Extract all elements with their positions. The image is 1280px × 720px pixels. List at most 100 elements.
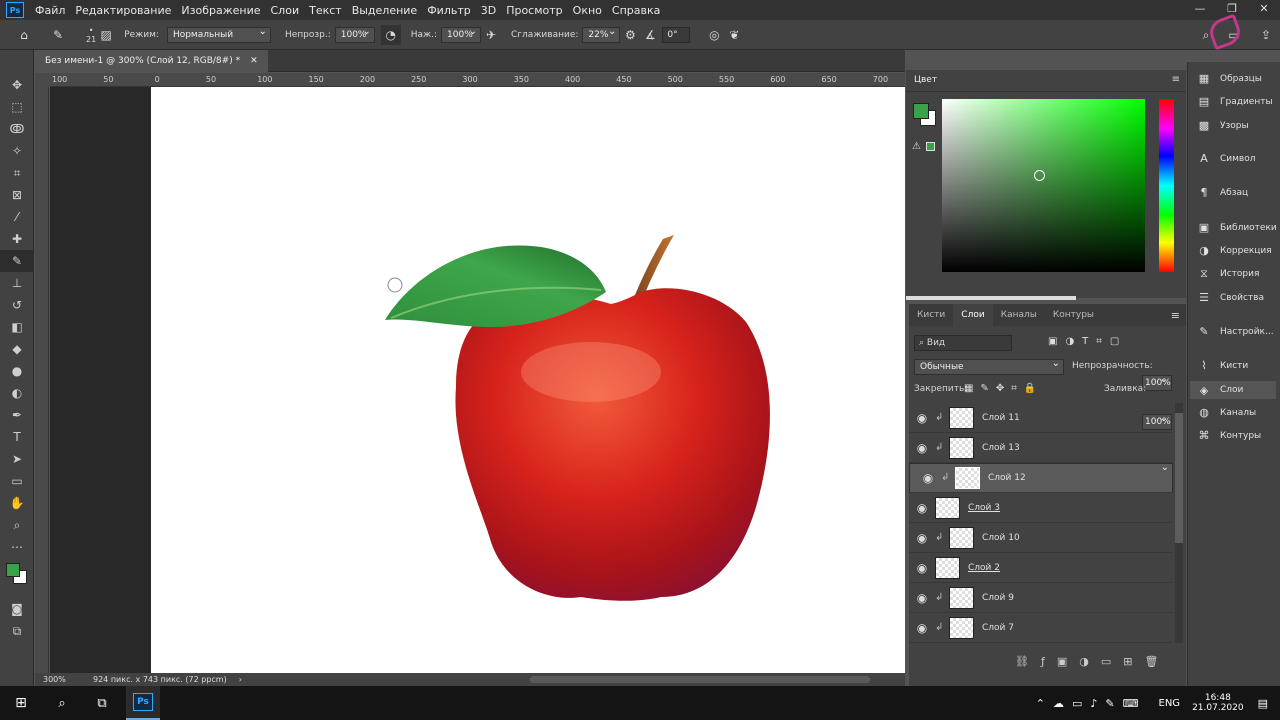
lock-icons[interactable]: ▦✎✥⌗🔒	[964, 383, 1043, 394]
layer-row[interactable]: ◉ ↲ Слой 7	[909, 613, 1173, 643]
panel-properties[interactable]: ☰ Свойства	[1196, 291, 1264, 304]
gamut-warning-icon[interactable]: ⚠	[912, 141, 921, 152]
color-picker-handle[interactable]	[1034, 170, 1045, 181]
panel-history[interactable]: ⧖ История	[1196, 267, 1259, 281]
eye-icon[interactable]: ◉	[909, 441, 935, 455]
hue-slider[interactable]	[1159, 99, 1174, 272]
brush-size[interactable]: • 21	[86, 26, 96, 44]
menu-3d[interactable]: 3D	[476, 4, 501, 17]
layer-filter-select[interactable]: ⌕ Вид	[914, 335, 1012, 351]
share-icon[interactable]: ⇪	[1256, 25, 1276, 45]
panel-patterns[interactable]: ▩ Узоры	[1196, 119, 1249, 132]
menu-view[interactable]: Просмотр	[501, 4, 567, 17]
eye-icon[interactable]: ◉	[915, 471, 941, 485]
blend-mode-select[interactable]: Обычные	[914, 357, 1064, 375]
layers-scrollbar[interactable]	[1175, 403, 1183, 643]
more-tools-icon[interactable]: ⋯	[0, 536, 34, 558]
eye-icon[interactable]: ◉	[909, 411, 935, 425]
zoom-tool[interactable]: ⌕	[0, 514, 34, 536]
panel-menu-icon[interactable]: ≡	[1172, 74, 1180, 85]
notifications-icon[interactable]: ▤	[1258, 697, 1268, 710]
eraser-tool[interactable]: ◧	[0, 316, 34, 338]
minimize-icon[interactable]: —	[1184, 0, 1216, 20]
brush-panel-icon[interactable]: ▨	[96, 25, 116, 45]
eye-icon[interactable]: ◉	[909, 621, 935, 635]
smoothing-input[interactable]: 22%	[582, 25, 621, 43]
eyedropper-tool[interactable]: ⁄	[0, 206, 34, 228]
move-tool[interactable]: ✥	[0, 74, 34, 96]
mode-select[interactable]: Нормальный	[166, 25, 271, 43]
panel-divider[interactable]	[906, 296, 1076, 300]
close-icon[interactable]: ✕	[1248, 0, 1280, 20]
menu-edit[interactable]: Редактирование	[70, 4, 176, 17]
windows-start-icon[interactable]: ⊞	[0, 695, 42, 711]
eye-icon[interactable]: ◉	[909, 591, 935, 605]
menu-select[interactable]: Выделение	[347, 4, 423, 17]
healing-tool[interactable]: ✚	[0, 228, 34, 250]
brush-tool[interactable]: ✎	[0, 250, 34, 272]
screen-mode-icon[interactable]: ⧉	[0, 620, 34, 642]
eye-icon[interactable]: ◉	[909, 501, 935, 515]
panel-paths[interactable]: ⌘ Контуры	[1196, 429, 1262, 442]
path-select-tool[interactable]: ➤	[0, 448, 34, 470]
panel-adjustments[interactable]: ◑ Коррекция	[1196, 244, 1272, 257]
shape-tool[interactable]: ▭	[0, 470, 34, 492]
menu-window[interactable]: Окно	[568, 4, 607, 17]
panel-libraries[interactable]: ▣ Библиотеки	[1196, 221, 1277, 234]
clock[interactable]: 16:48 21.07.2020	[1192, 693, 1244, 713]
crop-tool[interactable]: ⌗	[0, 162, 34, 184]
angle-icon[interactable]: ∡	[640, 25, 660, 45]
angle-input[interactable]: 0°	[662, 26, 691, 43]
panel-brushes[interactable]: ⌇ Кисти	[1196, 359, 1248, 372]
panel-layers[interactable]: ◈ Слои	[1190, 381, 1276, 399]
status-arrow-icon[interactable]: ›	[239, 675, 242, 684]
opacity-input[interactable]: 100%	[334, 25, 375, 43]
quick-mask-icon[interactable]: ◙	[0, 598, 34, 620]
type-tool[interactable]: T	[0, 426, 34, 448]
panel-swatches[interactable]: ▦ Образцы	[1196, 72, 1262, 85]
menu-type[interactable]: Текст	[304, 4, 347, 17]
workspace[interactable]	[50, 87, 905, 673]
pressure-size-icon[interactable]: ◎	[704, 25, 724, 45]
layer-row[interactable]: ◉ Слой 2	[909, 553, 1173, 583]
tab-paths[interactable]: Контуры	[1045, 304, 1102, 326]
frame-tool[interactable]: ⊠	[0, 184, 34, 206]
horizontal-scrollbar[interactable]	[530, 676, 870, 683]
home-icon[interactable]: ⌂	[14, 25, 34, 45]
pen-tool[interactable]: ✒	[0, 404, 34, 426]
tray-icons[interactable]: ⌃☁▭♪✎⌨	[1036, 697, 1147, 710]
web-safe-swatch[interactable]	[926, 142, 935, 151]
menu-filter[interactable]: Фильтр	[422, 4, 476, 17]
close-tab-icon[interactable]: ✕	[250, 56, 258, 66]
color-fg-swatch[interactable]	[913, 103, 929, 119]
layer-row[interactable]: ◉ Слой 3	[909, 493, 1173, 523]
search-icon[interactable]: ⌕	[42, 696, 82, 711]
layer-opacity-input[interactable]: 100%	[1142, 373, 1172, 391]
tab-brushes[interactable]: Кисти	[909, 304, 953, 326]
zoom-level[interactable]: 300%	[43, 675, 83, 684]
layer-filter-icons[interactable]: ▣◑T⌗▢	[1048, 336, 1127, 347]
panel-gradients[interactable]: ▤ Градиенты	[1196, 95, 1273, 108]
tab-channels[interactable]: Каналы	[993, 304, 1045, 326]
foreground-color-swatch[interactable]	[6, 563, 20, 577]
gear-icon[interactable]: ⚙	[620, 25, 640, 45]
blur-tool[interactable]: ●	[0, 360, 34, 382]
eye-icon[interactable]: ◉	[909, 561, 935, 575]
color-field[interactable]	[942, 99, 1145, 272]
pressure-input[interactable]: 100%	[441, 25, 482, 43]
panel-channels[interactable]: ◍ Каналы	[1196, 406, 1256, 419]
eye-icon[interactable]: ◉	[909, 531, 935, 545]
menu-image[interactable]: Изображение	[176, 4, 265, 17]
history-brush-tool[interactable]: ↺	[0, 294, 34, 316]
task-view-icon[interactable]: ⧉	[82, 696, 122, 711]
magic-wand-tool[interactable]: ✧	[0, 140, 34, 162]
menu-help[interactable]: Справка	[607, 4, 665, 17]
brush-preset-icon[interactable]: ✎	[48, 25, 68, 45]
layer-row[interactable]: ◉ ↲ Слой 11	[909, 403, 1173, 433]
layer-row[interactable]: ◉ ↲ Слой 10	[909, 523, 1173, 553]
photoshop-taskbar-button[interactable]: Ps	[126, 686, 160, 720]
panel-menu-icon[interactable]: ≡	[1171, 309, 1180, 322]
symmetry-icon[interactable]: ❦	[724, 25, 744, 45]
stamp-tool[interactable]: ⊥	[0, 272, 34, 294]
document-tab[interactable]: Без имени-1 @ 300% (Слой 12, RGB/8#) * ✕	[35, 50, 268, 72]
